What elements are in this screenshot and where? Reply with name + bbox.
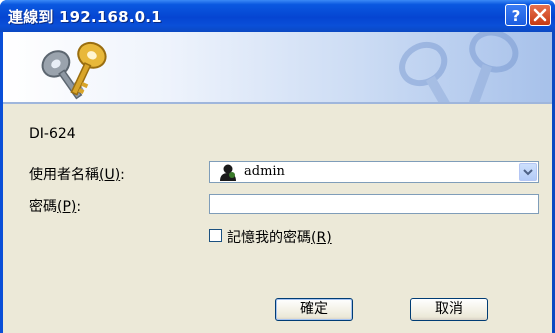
- login-dialog: 連線到 192.168.0.1 ? DI-624 使用者名稱(U): admin…: [0, 0, 555, 333]
- password-label-text: 密碼: [29, 199, 57, 215]
- close-button[interactable]: [529, 4, 551, 26]
- remember-password-mnemonic: (R): [311, 230, 332, 246]
- remember-password-text: 記憶我的密碼: [227, 230, 311, 246]
- site-name: DI-624: [29, 126, 76, 142]
- chevron-down-icon: [523, 169, 533, 176]
- username-dropdown-button[interactable]: [519, 163, 537, 181]
- password-label: 密碼(P):: [29, 196, 81, 216]
- window-title: 連線到 192.168.0.1: [8, 8, 162, 26]
- username-label: 使用者名稱(U):: [29, 164, 125, 184]
- close-icon: [533, 8, 547, 22]
- password-field[interactable]: [209, 194, 539, 214]
- keys-watermark-icon: [399, 32, 519, 102]
- title-bar[interactable]: 連線到 192.168.0.1 ?: [0, 0, 555, 32]
- banner: [3, 32, 552, 102]
- remember-password-checkbox[interactable]: [209, 229, 222, 242]
- remember-password-label[interactable]: 記憶我的密碼(R): [227, 227, 332, 247]
- banner-divider: [3, 102, 552, 104]
- password-colon: :: [76, 199, 82, 215]
- username-mnemonic: (U): [99, 167, 121, 183]
- svg-text:?: ?: [512, 7, 521, 25]
- dialog-body: DI-624 使用者名稱(U): admin 密碼(P): 記憶我的密碼(R): [3, 32, 552, 333]
- ok-button[interactable]: 確定: [275, 298, 353, 321]
- keys-icon: [41, 41, 107, 100]
- help-icon: ?: [512, 7, 521, 25]
- username-value: admin: [244, 164, 285, 179]
- help-button[interactable]: ?: [505, 4, 527, 26]
- username-colon: :: [120, 167, 125, 183]
- username-label-text: 使用者名稱: [29, 167, 99, 183]
- cancel-button[interactable]: 取消: [410, 298, 488, 321]
- user-icon: [220, 164, 236, 181]
- username-combobox[interactable]: admin: [209, 161, 539, 183]
- password-mnemonic: (P): [57, 199, 77, 215]
